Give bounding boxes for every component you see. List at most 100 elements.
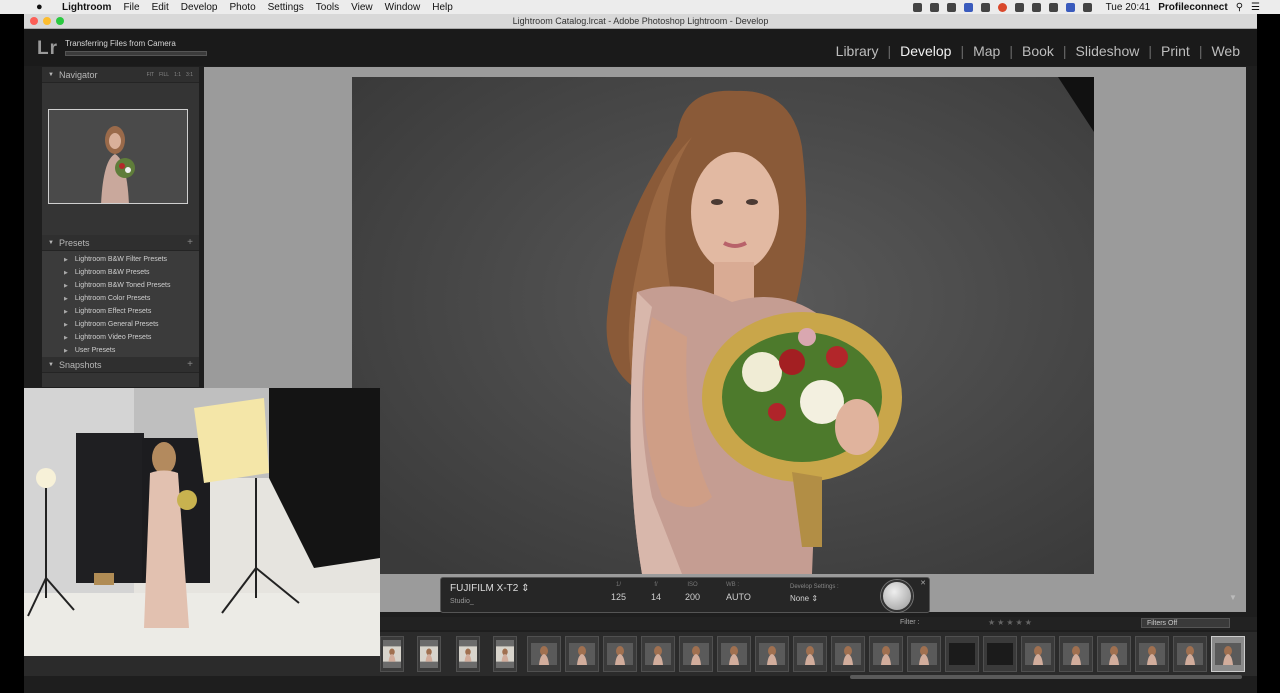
filmstrip-thumbnail[interactable] xyxy=(641,636,675,672)
zoom-3-1[interactable]: 3:1 xyxy=(186,72,193,78)
zoom-fit[interactable]: FIT xyxy=(147,72,155,78)
tray-app-icon[interactable] xyxy=(980,2,990,12)
menu-develop[interactable]: Develop xyxy=(181,2,218,13)
add-preset-button[interactable]: + xyxy=(187,237,193,248)
add-snapshot-button[interactable]: + xyxy=(187,359,193,370)
apple-icon[interactable]: ● xyxy=(36,1,50,13)
preset-folder[interactable]: ▶ Lightroom B&W Toned Presets xyxy=(42,279,199,292)
expand-triangle-icon[interactable]: ▶ xyxy=(64,335,68,341)
develop-settings[interactable]: Develop Settings : None ⇕ xyxy=(790,584,839,603)
tray-record-icon[interactable] xyxy=(997,2,1007,12)
menu-window[interactable]: Window xyxy=(385,2,421,13)
notification-center-icon[interactable]: ☰ xyxy=(1251,2,1260,13)
filmstrip-thumbnail[interactable] xyxy=(755,636,789,672)
preset-folder[interactable]: ▶ Lightroom General Presets xyxy=(42,318,199,331)
navigator-zoom-options: FIT FILL 1:1 3:1 xyxy=(147,72,193,78)
filmstrip-thumbnail[interactable] xyxy=(1173,636,1207,672)
filmstrip-thumbnail[interactable] xyxy=(793,636,827,672)
module-print[interactable]: Print xyxy=(1152,43,1199,59)
zoom-1-1[interactable]: 1:1 xyxy=(174,72,181,78)
spotlight-search-icon[interactable]: ⚲ xyxy=(1236,2,1243,13)
bluetooth-icon[interactable] xyxy=(1014,2,1024,12)
presets-header[interactable]: ▼ Presets + xyxy=(42,235,199,251)
filmstrip-thumbnail[interactable] xyxy=(831,636,865,672)
menu-edit[interactable]: Edit xyxy=(152,2,169,13)
camera-profile: Studio_ xyxy=(450,598,474,605)
expand-triangle-icon[interactable]: ▶ xyxy=(64,270,68,276)
menu-file[interactable]: File xyxy=(123,2,139,13)
navigator-header[interactable]: ▼ Navigator FIT FILL 1:1 3:1 xyxy=(42,67,199,83)
module-book[interactable]: Book xyxy=(1013,43,1063,59)
filmstrip-thumbnail[interactable] xyxy=(717,636,751,672)
camera-model[interactable]: FUJIFILM X-T2 ⇕ xyxy=(450,583,530,594)
filmstrip-thumbnail[interactable] xyxy=(493,636,517,672)
tray-creative-cloud-icon[interactable] xyxy=(946,2,956,12)
menu-view[interactable]: View xyxy=(351,2,373,13)
collapse-triangle-icon[interactable]: ▼ xyxy=(48,240,54,246)
filmstrip-scrollbar[interactable] xyxy=(850,675,1242,679)
chevron-down-icon[interactable]: ▼ xyxy=(1229,593,1237,602)
filter-select[interactable]: Filters Off xyxy=(1141,618,1230,628)
preset-folder[interactable]: ▶ Lightroom Color Presets xyxy=(42,292,199,305)
expand-triangle-icon[interactable]: ▶ xyxy=(64,257,68,263)
filmstrip-thumbnail[interactable] xyxy=(907,636,941,672)
snapshots-header[interactable]: ▼ Snapshots + xyxy=(42,357,199,373)
filmstrip-thumbnail[interactable] xyxy=(380,636,404,672)
airplay-icon[interactable] xyxy=(1031,2,1041,12)
volume-icon[interactable] xyxy=(1082,2,1092,12)
module-develop[interactable]: Develop xyxy=(891,43,960,59)
filter-label: Filter : xyxy=(900,619,920,626)
filmstrip-thumbnail[interactable] xyxy=(1097,636,1131,672)
filmstrip-thumbnail[interactable] xyxy=(1135,636,1169,672)
filmstrip-thumbnail[interactable] xyxy=(527,636,561,672)
preset-folder-label: Lightroom General Presets xyxy=(74,321,159,328)
menubar-user[interactable]: Profileconnect xyxy=(1158,2,1227,13)
wifi-icon[interactable] xyxy=(1048,2,1058,12)
preset-folder[interactable]: ▶ Lightroom Video Presets xyxy=(42,331,199,344)
filmstrip-thumbnail[interactable] xyxy=(983,636,1017,672)
navigator-photo-icon xyxy=(49,110,187,203)
preset-folder[interactable]: ▶ User Presets xyxy=(42,344,199,357)
navigator-thumbnail[interactable] xyxy=(48,109,188,204)
tethered-capture-button[interactable] xyxy=(881,580,913,612)
filmstrip-thumbnail[interactable] xyxy=(1021,636,1055,672)
preset-folder[interactable]: ▶ Lightroom B&W Filter Presets xyxy=(42,253,199,266)
preset-folder-label: Lightroom Video Presets xyxy=(74,334,152,341)
tray-app-icon[interactable] xyxy=(963,2,973,12)
menu-help[interactable]: Help xyxy=(432,2,453,13)
zoom-fill[interactable]: FILL xyxy=(159,72,169,78)
collapse-triangle-icon[interactable]: ▼ xyxy=(48,362,54,368)
preset-folder[interactable]: ▶ Lightroom Effect Presets xyxy=(42,305,199,318)
filmstrip-thumbnail[interactable] xyxy=(869,636,903,672)
flag-icon[interactable] xyxy=(1065,2,1075,12)
expand-triangle-icon[interactable]: ▶ xyxy=(64,322,68,328)
rating-filter-stars[interactable]: ★★★★★ xyxy=(988,618,1034,627)
expand-triangle-icon[interactable]: ▶ xyxy=(64,348,68,354)
collapse-triangle-icon[interactable]: ▼ xyxy=(48,72,54,78)
filmstrip-thumbnail[interactable] xyxy=(1211,636,1245,672)
menu-photo[interactable]: Photo xyxy=(230,2,256,13)
tray-app-icon[interactable] xyxy=(912,2,922,12)
module-map[interactable]: Map xyxy=(964,43,1009,59)
expand-triangle-icon[interactable]: ▶ xyxy=(64,309,68,315)
module-library[interactable]: Library xyxy=(827,43,888,59)
menu-settings[interactable]: Settings xyxy=(268,2,304,13)
menu-tools[interactable]: Tools xyxy=(316,2,339,13)
filmstrip-thumbnail[interactable] xyxy=(417,636,441,672)
filmstrip-thumbnail[interactable] xyxy=(456,636,480,672)
module-web[interactable]: Web xyxy=(1202,43,1249,59)
expand-triangle-icon[interactable]: ▶ xyxy=(64,296,68,302)
filmstrip-thumbnail[interactable] xyxy=(679,636,713,672)
filmstrip-thumbnail[interactable] xyxy=(565,636,599,672)
menubar-clock[interactable]: Tue 20:41 xyxy=(1106,2,1151,13)
filmstrip-thumbnail[interactable] xyxy=(603,636,637,672)
module-slideshow[interactable]: Slideshow xyxy=(1067,43,1149,59)
expand-triangle-icon[interactable]: ▶ xyxy=(64,283,68,289)
filmstrip-thumbnail[interactable] xyxy=(945,636,979,672)
filmstrip-thumbnail[interactable] xyxy=(1059,636,1093,672)
tray-app-icon[interactable] xyxy=(929,2,939,12)
menu-app-name[interactable]: Lightroom xyxy=(62,2,111,13)
close-icon[interactable]: ✕ xyxy=(920,579,926,587)
preset-folder[interactable]: ▶ Lightroom B&W Presets xyxy=(42,266,199,279)
thumbnail-image xyxy=(987,643,1013,665)
